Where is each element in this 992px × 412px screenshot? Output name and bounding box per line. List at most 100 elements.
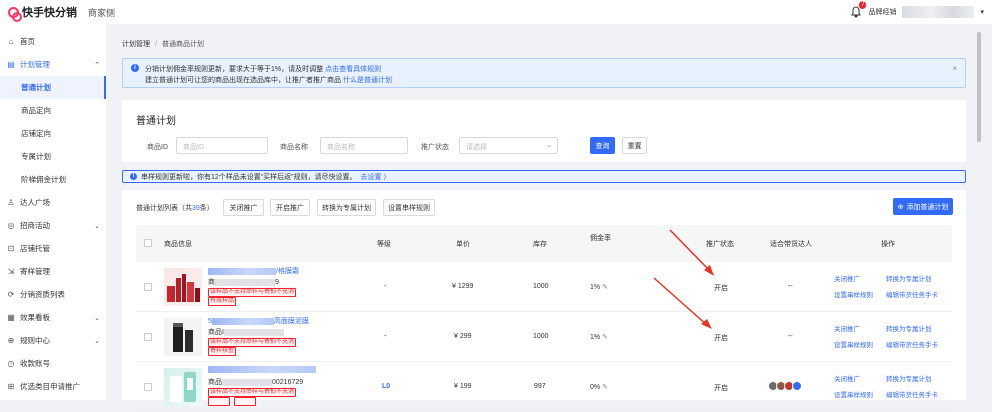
sidebar-item-payment-account[interactable]: ◷ 收款账号: [0, 352, 106, 375]
product-thumbnail[interactable]: [164, 318, 202, 356]
sidebar-item-category-apply[interactable]: ⊞ 优选类目申请推广: [0, 375, 106, 398]
product-id-input[interactable]: 商品ID: [176, 137, 268, 154]
home-icon: ⌂: [8, 37, 14, 46]
row-checkbox[interactable]: [144, 383, 152, 391]
sidebar-item-rules-center[interactable]: ⊕ 规则中心 ⌄: [0, 329, 106, 352]
go-set-link[interactable]: 去设置 〉: [360, 172, 390, 182]
edit-pencil-icon[interactable]: ✎: [602, 334, 608, 341]
page-scrollbar[interactable]: [976, 24, 982, 400]
row-checkbox[interactable]: [144, 283, 152, 291]
sidebar-item-store-hosting[interactable]: ⊡ 店铺托管: [0, 237, 106, 260]
sidebar-subitem-store-targeted[interactable]: 店铺定向: [0, 122, 106, 145]
close-promo-link[interactable]: 关闭推广: [834, 273, 860, 283]
sidebar-item-dashboard[interactable]: ▦ 效果看板 ⌄: [0, 306, 106, 329]
notification-bell-icon[interactable]: 7: [850, 1, 867, 18]
add-normal-plan-button[interactable]: ⊕ 添加普通计划: [893, 198, 953, 215]
status-select[interactable]: 请选择 ⌄: [459, 137, 558, 154]
sidebar-item-home[interactable]: ⌂ 首页: [0, 30, 106, 53]
chevron-down-icon: ⌄: [94, 314, 100, 322]
logo[interactable]: 快手快分销 商家侧: [8, 4, 115, 22]
product-id-prefix: 商品: [208, 379, 222, 386]
sidebar-item-label: 分销资质列表: [20, 290, 65, 299]
edit-task-card-link[interactable]: 编辑带货任务手卡: [886, 289, 938, 299]
close-promo-link[interactable]: 关闭推广: [834, 323, 860, 333]
commission-rate: 1%: [590, 334, 601, 341]
breadcrumb-current: 普通商品计划: [161, 41, 204, 48]
account-name-blurred[interactable]: [902, 6, 975, 18]
edit-pencil-icon[interactable]: ✎: [602, 284, 608, 291]
row-checkbox[interactable]: [144, 333, 152, 341]
th-price: 单价: [456, 241, 470, 248]
product-id: 商品 00216729: [208, 377, 303, 387]
valid-sample-tag: 有效样品: [208, 297, 237, 306]
product-name-input[interactable]: 商品名称: [320, 137, 408, 154]
list-title-suffix: 条）: [199, 205, 214, 212]
sample-unsupported-tag: 该样品不支持串样与寄拍不充消: [208, 338, 297, 347]
sidebar-subitem-product-targeted[interactable]: 商品定向: [0, 99, 106, 122]
rules-icon: ⊕: [7, 336, 15, 345]
table-row: 5 高面膜泥膜 商品I 该样品不支持串样与寄拍不充消 寄样核查 - ¥ 299 1…: [136, 312, 952, 362]
rule-notice-banner: i 分销计划佣金率规则更新，要求大于等于1%，请及时调整 点击查看具体规则 建立…: [122, 58, 966, 88]
batch-set-sample-rule-button[interactable]: 设置串样规则: [383, 199, 435, 216]
main-content: 计划管理 / 普通商品计划 i 分销计划佣金率规则更新，要求大于等于1%，请及时…: [122, 36, 966, 88]
product-name-link[interactable]: [208, 366, 318, 375]
product-id-label: 商品ID: [147, 144, 168, 151]
sidebar-subitem-tiered-commission[interactable]: 阶梯佣金计划: [0, 168, 106, 191]
add-plan-label: 添加普通计划: [906, 203, 949, 211]
notice-line-2: 建立普通计划可让您的商品出现在选品库中，让推广者推广商品: [145, 77, 341, 84]
batch-open-promo-button[interactable]: 开启推广: [270, 199, 310, 216]
info-icon: i: [131, 64, 139, 72]
product-name-link[interactable]: /格膜霜: [208, 266, 318, 275]
sidebar-item-label: 收款账号: [20, 359, 50, 368]
scrollbar-thumb[interactable]: [977, 32, 981, 142]
sidebar-item-label: 效果看板: [20, 313, 50, 322]
convert-exclusive-link[interactable]: 转换为专属计划: [886, 273, 932, 283]
notice-what-is-link[interactable]: 什么是普通计划: [343, 77, 392, 84]
th-actions: 操作: [881, 241, 895, 248]
sidebar: ⌂ 首页 ▤ 计划管理 ⌃ 普通计划 商品定向 店铺定向 专属计划 阶梯佣金计划…: [0, 24, 106, 400]
select-all-checkbox[interactable]: [144, 239, 152, 247]
notice-rules-link[interactable]: 点击查看具体规则: [325, 66, 381, 73]
edit-task-card-link[interactable]: 编辑带货任务手卡: [886, 389, 938, 399]
set-sample-rule-link[interactable]: 设置串样规则: [834, 289, 873, 299]
product-name-label: 商品名称: [280, 144, 308, 151]
product-id: 商9: [208, 277, 279, 287]
account-dropdown-caret-icon[interactable]: ▾: [980, 8, 984, 16]
reset-button[interactable]: 重置: [622, 137, 647, 154]
warning-text: 串样规则更新啦，你有12个样品未设置“买样后返”规则，请尽快设置。: [141, 173, 357, 181]
product-id-suffix: 9: [275, 279, 279, 286]
kuaishou-logo-icon: [8, 6, 22, 22]
close-promo-link[interactable]: 关闭推广: [834, 373, 860, 383]
sidebar-item-label: 规则中心: [20, 336, 50, 345]
plus-circle-icon: ⊕: [897, 203, 904, 211]
product-name-link[interactable]: 5 高面膜泥膜: [208, 316, 318, 325]
sidebar-item-sample-management[interactable]: ⇲ 寄样管理: [0, 260, 106, 283]
kol-avatars[interactable]: [768, 381, 802, 391]
convert-exclusive-link[interactable]: 转换为专属计划: [886, 323, 932, 333]
sidebar-item-kol-square[interactable]: ♙ 达人广场: [0, 191, 106, 214]
batch-close-promo-button[interactable]: 关闭推广: [223, 199, 264, 216]
price-value: ¥ 199: [454, 383, 472, 390]
query-button[interactable]: 查询: [590, 137, 615, 154]
plan-list-card: 普通计划列表（共39条） 关闭推广 开启推广 转换为专属计划 设置串样规则 ⊕ 添…: [122, 190, 966, 412]
breadcrumb-root[interactable]: 计划管理: [122, 39, 150, 49]
product-thumbnail[interactable]: [164, 268, 202, 306]
sample-unsupported-tag: 该样品不支持串样与寄拍不充消: [208, 388, 297, 397]
sidebar-subitem-exclusive-plan[interactable]: 专属计划: [0, 145, 106, 168]
product-thumbnail[interactable]: [164, 368, 202, 406]
close-icon[interactable]: ×: [952, 63, 957, 74]
batch-convert-exclusive-button[interactable]: 转换为专属计划: [317, 199, 376, 216]
user-icon: ♙: [7, 198, 15, 207]
set-sample-rule-link[interactable]: 设置串样规则: [834, 389, 873, 399]
sidebar-item-plan-management[interactable]: ▤ 计划管理 ⌃: [0, 53, 106, 76]
sidebar-subitem-normal-plan[interactable]: 普通计划: [0, 76, 106, 99]
sidebar-item-campaigns[interactable]: ◎ 招商活动 ⌄: [0, 214, 106, 237]
convert-exclusive-link[interactable]: 转换为专属计划: [886, 373, 932, 383]
account-icon: ◷: [7, 359, 15, 368]
sidebar-item-qualification-list[interactable]: ⟳ 分销资质列表: [0, 283, 106, 306]
edit-pencil-icon[interactable]: ✎: [602, 384, 608, 391]
edit-task-card-link[interactable]: 编辑带货任务手卡: [886, 339, 938, 349]
commission-value: 1% ✎: [590, 283, 608, 291]
set-sample-rule-link[interactable]: 设置串样规则: [834, 339, 873, 349]
th-product-info: 商品信息: [164, 241, 192, 248]
